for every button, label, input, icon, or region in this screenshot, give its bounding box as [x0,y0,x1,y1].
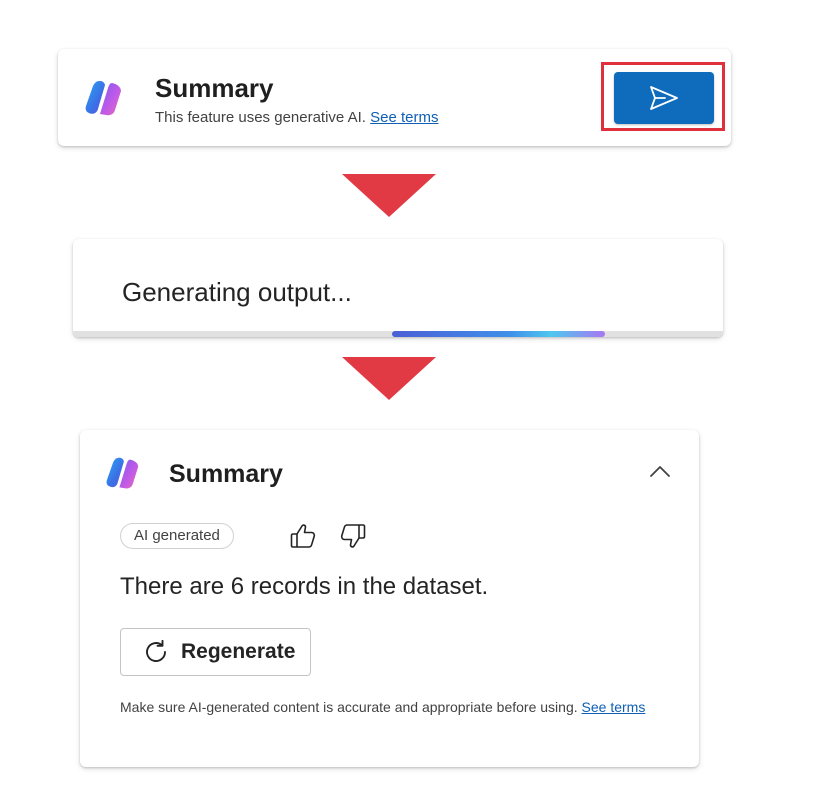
thumbs-down-icon [339,522,367,550]
ai-notice-text: This feature uses generative AI. [155,109,366,126]
summary-result-card: Summary AI generated There are 6 records… [80,430,699,767]
thumbs-up-icon [289,522,317,550]
regenerate-button[interactable]: Regenerate [120,628,311,676]
summary-result-text: There are 6 records in the dataset. [120,573,489,600]
collapse-button[interactable] [645,456,675,486]
ai-notice: This feature uses generative AI. See ter… [155,109,438,126]
progress-bar [392,331,605,337]
send-icon [649,85,679,111]
generating-card: Generating output... [73,239,723,337]
see-terms-link[interactable]: See terms [370,109,438,126]
send-button[interactable] [614,72,714,124]
see-terms-link[interactable]: See terms [582,699,646,715]
generating-status: Generating output... [122,277,352,307]
refresh-icon [143,639,169,665]
summary-title: Summary [155,73,274,103]
thumbs-up-button[interactable] [289,522,317,550]
summary-title: Summary [169,460,283,488]
ai-generated-badge: AI generated [120,523,234,549]
progress-track [73,331,723,337]
summary-prompt-card: Summary This feature uses generative AI.… [58,49,731,146]
flow-arrow-down [342,174,436,217]
disclaimer-text: Make sure AI-generated content is accura… [120,699,578,715]
thumbs-down-button[interactable] [339,522,367,550]
flow-arrow-down [342,357,436,400]
chevron-up-icon [649,464,671,478]
ai-disclaimer: Make sure AI-generated content is accura… [120,698,665,717]
regenerate-label: Regenerate [181,640,296,663]
copilot-logo-icon [84,79,124,117]
copilot-logo-icon [105,456,141,490]
